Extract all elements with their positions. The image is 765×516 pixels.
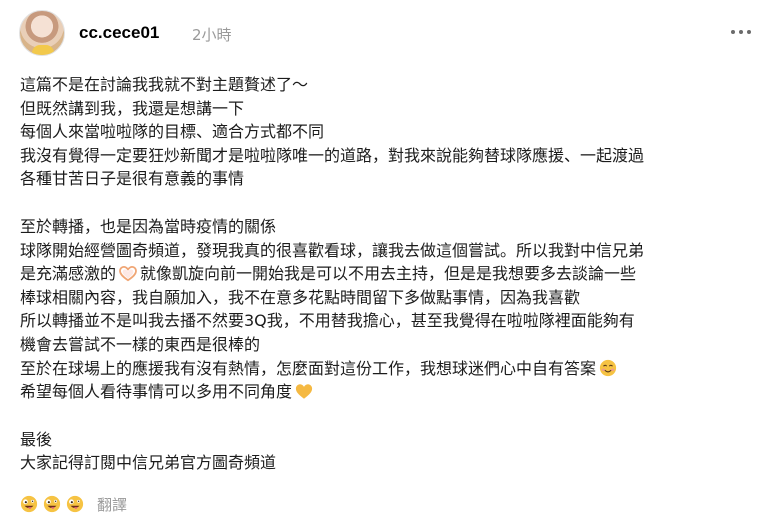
heart-hands-icon bbox=[119, 266, 137, 282]
post: cc.cece01 2小時 這篇不是在討論我我就不對主題贅述了～ 但既然講到我，… bbox=[0, 0, 765, 515]
text-segment: 至於在球場上的應援我有沒有熱情，怎麼面對這份工作，我想球迷們心中自有答案 bbox=[20, 358, 597, 378]
zany-face-icon bbox=[20, 495, 38, 513]
text-segment: 是充滿感激的 bbox=[20, 264, 117, 284]
text-line: 球隊開始經營圖奇頻道，發現我真的很喜歡看球，讓我去做這個嘗試。所以我對中信兄弟 bbox=[20, 240, 645, 260]
post-body: 這篇不是在討論我我就不對主題贅述了～ 但既然講到我，我還是想講一下 每個人來當啦… bbox=[20, 73, 755, 475]
text-line-with-emoji: 至於在球場上的應援我有沒有熱情，怎麼面對這份工作，我想球迷們心中自有答案 bbox=[20, 357, 755, 381]
text-line: 我沒有覺得一定要狂炒新聞才是啦啦隊唯一的道路，對我來說能夠替球隊應援、一起渡過 bbox=[20, 145, 645, 165]
post-header: cc.cece01 2小時 bbox=[19, 10, 759, 60]
text-line: 機會去嘗試不一樣的東西是很棒的 bbox=[20, 334, 261, 354]
post-time[interactable]: 2小時 bbox=[192, 24, 232, 45]
text-line: 各種甘苦日子是很有意義的事情 bbox=[20, 169, 245, 189]
text-line: 每個人來當啦啦隊的目標、適合方式都不同 bbox=[20, 122, 325, 142]
text-line: 大家記得訂閱中信兄弟官方圖奇頻道 bbox=[20, 453, 277, 473]
username[interactable]: cc.cece01 bbox=[79, 23, 159, 43]
text-segment: 希望每個人看待事情可以多用不同角度 bbox=[20, 382, 293, 402]
zany-face-icon bbox=[43, 495, 61, 513]
text-line-with-emoji: 是充滿感激的 就像凱旋向前一開始我是可以不用去主持，但是是我想要多去談論一些 bbox=[20, 262, 755, 286]
text-line: 所以轉播並不是叫我去播不然要3Q我，不用替我擔心，甚至我覺得在啦啦隊裡面能夠有 bbox=[20, 311, 635, 331]
text-line-with-emoji: 希望每個人看待事情可以多用不同角度 bbox=[20, 380, 755, 404]
post-footer: 翻譯 bbox=[20, 492, 127, 516]
yellow-heart-icon bbox=[295, 384, 313, 399]
text-segment: 就像凱旋向前一開始我是可以不用去主持，但是是我想要多去談論一些 bbox=[140, 264, 637, 284]
avatar[interactable] bbox=[19, 10, 65, 56]
text-line: 最後 bbox=[20, 429, 53, 449]
zany-face-icon bbox=[66, 495, 84, 513]
smiling-face-icon bbox=[599, 359, 617, 376]
text-line: 但既然講到我，我還是想講一下 bbox=[20, 98, 245, 118]
translate-link[interactable]: 翻譯 bbox=[97, 494, 127, 515]
text-line: 棒球相關內容，我自願加入，我不在意多花點時間留下多做點事情，因為我喜歡 bbox=[20, 287, 581, 307]
more-options-icon[interactable] bbox=[731, 24, 751, 40]
text-line: 至於轉播，也是因為當時疫情的關係 bbox=[20, 216, 277, 236]
text-line: 這篇不是在討論我我就不對主題贅述了～ bbox=[20, 75, 309, 94]
